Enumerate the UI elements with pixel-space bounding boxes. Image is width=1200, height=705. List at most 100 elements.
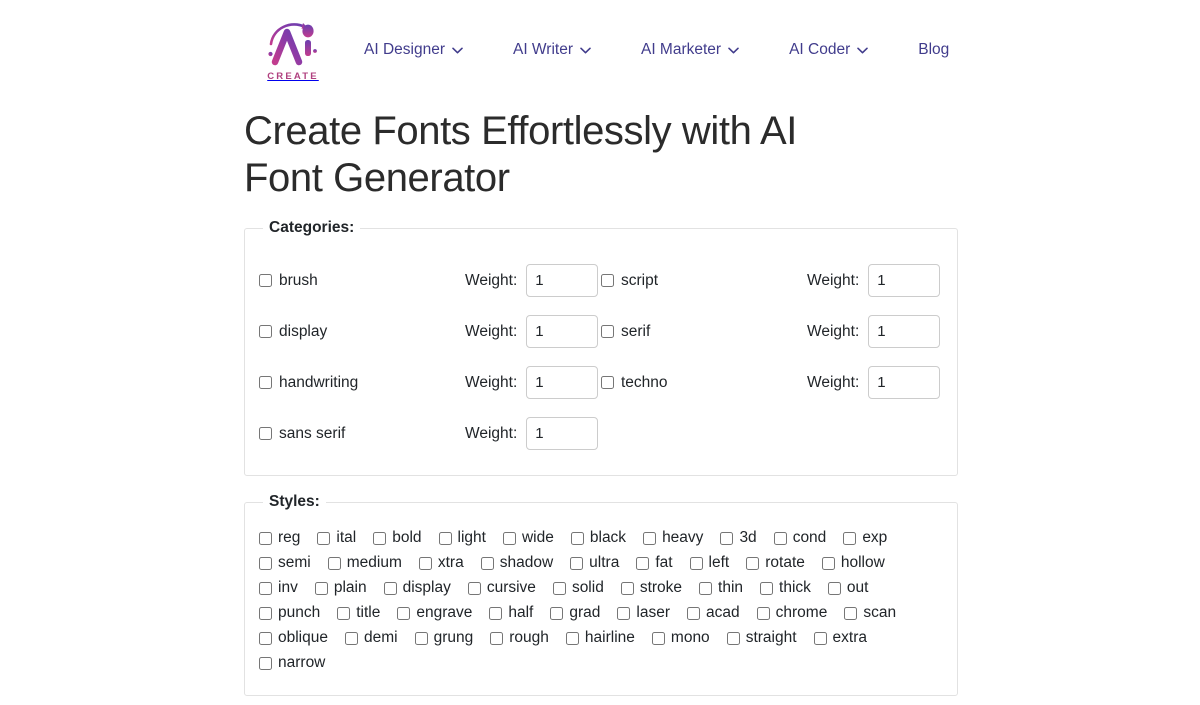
style-checkbox-input[interactable] [489, 606, 503, 620]
style-checkbox-acad[interactable]: acad [687, 604, 740, 622]
style-checkbox-inv[interactable]: inv [259, 579, 298, 597]
category-checkbox-display[interactable]: display [259, 323, 465, 341]
nav-item-ai-designer[interactable]: AI Designer [364, 35, 488, 65]
nav-item-ai-coder[interactable]: AI Coder [764, 35, 893, 65]
style-checkbox-input[interactable] [570, 556, 584, 570]
style-checkbox-oblique[interactable]: oblique [259, 629, 328, 647]
category-checkbox-script[interactable]: script [601, 272, 807, 290]
style-checkbox-black[interactable]: black [570, 529, 626, 547]
style-checkbox-input[interactable] [760, 581, 774, 595]
style-checkbox-bold[interactable]: bold [373, 529, 422, 547]
style-checkbox-mono[interactable]: mono [651, 629, 710, 647]
category-checkbox-brush[interactable]: brush [259, 272, 465, 290]
style-checkbox-input[interactable] [756, 606, 770, 620]
style-checkbox-title[interactable]: title [337, 604, 380, 622]
style-checkbox-input[interactable] [467, 581, 481, 595]
weight-input-display[interactable] [526, 315, 599, 349]
style-checkbox-input[interactable] [844, 606, 858, 620]
style-checkbox-thick[interactable]: thick [760, 579, 811, 597]
style-checkbox-straight[interactable]: straight [726, 629, 797, 647]
weight-input-techno[interactable] [868, 366, 941, 400]
style-checkbox-input[interactable] [821, 556, 835, 570]
style-checkbox-input[interactable] [813, 631, 827, 645]
style-checkbox-left[interactable]: left [689, 554, 729, 572]
style-checkbox-solid[interactable]: solid [552, 579, 604, 597]
style-checkbox-semi[interactable]: semi [259, 554, 311, 572]
style-checkbox-input[interactable] [726, 631, 740, 645]
category-checkbox-serif[interactable]: serif [601, 323, 807, 341]
style-checkbox-input[interactable] [502, 531, 516, 545]
style-checkbox-input[interactable] [620, 581, 634, 595]
style-checkbox-input[interactable] [259, 606, 272, 620]
style-checkbox-rough[interactable]: rough [490, 629, 549, 647]
style-checkbox-input[interactable] [689, 556, 703, 570]
style-checkbox-input[interactable] [259, 631, 272, 645]
style-checkbox-input[interactable] [636, 556, 650, 570]
style-checkbox-half[interactable]: half [489, 604, 533, 622]
weight-input-script[interactable] [868, 264, 941, 298]
style-checkbox-input[interactable] [827, 581, 841, 595]
style-checkbox-input[interactable] [565, 631, 579, 645]
style-checkbox-hollow[interactable]: hollow [821, 554, 885, 572]
category-checkbox-sans-serif[interactable]: sans serif [259, 425, 465, 443]
style-checkbox-input[interactable] [570, 531, 584, 545]
style-checkbox-input[interactable] [720, 531, 734, 545]
site-logo[interactable]: CREATE [262, 14, 324, 86]
style-checkbox-shadow[interactable]: shadow [480, 554, 553, 572]
style-checkbox-exp[interactable]: exp [843, 529, 887, 547]
style-checkbox-input[interactable] [259, 581, 272, 595]
style-checkbox-xtra[interactable]: xtra [418, 554, 464, 572]
style-checkbox-input[interactable] [617, 606, 631, 620]
nav-item-blog[interactable]: Blog [893, 35, 974, 65]
category-checkbox-techno[interactable]: techno [601, 374, 807, 392]
weight-input-brush[interactable] [526, 264, 599, 298]
style-checkbox-input[interactable] [418, 556, 432, 570]
style-checkbox-wide[interactable]: wide [502, 529, 554, 547]
style-checkbox-ultra[interactable]: ultra [570, 554, 619, 572]
nav-item-ai-marketer[interactable]: AI Marketer [616, 35, 764, 65]
style-checkbox-out[interactable]: out [827, 579, 868, 597]
style-checkbox-input[interactable] [438, 531, 452, 545]
weight-input-serif[interactable] [868, 315, 941, 349]
style-checkbox-ital[interactable]: ital [317, 529, 356, 547]
nav-item-ai-writer[interactable]: AI Writer [488, 35, 616, 65]
style-checkbox-input[interactable] [699, 581, 713, 595]
style-checkbox-input[interactable] [314, 581, 328, 595]
style-checkbox-input[interactable] [317, 531, 331, 545]
style-checkbox-input[interactable] [327, 556, 341, 570]
style-checkbox-display[interactable]: display [383, 579, 451, 597]
style-checkbox-cursive[interactable]: cursive [467, 579, 536, 597]
style-checkbox-punch[interactable]: punch [259, 604, 320, 622]
style-checkbox-chrome[interactable]: chrome [756, 604, 827, 622]
style-checkbox-input[interactable] [383, 581, 397, 595]
style-checkbox-input[interactable] [259, 656, 272, 670]
style-checkbox-scan[interactable]: scan [844, 604, 896, 622]
style-checkbox-input[interactable] [480, 556, 494, 570]
style-checkbox-extra[interactable]: extra [813, 629, 867, 647]
weight-input-handwriting[interactable] [526, 366, 599, 400]
style-checkbox-laser[interactable]: laser [617, 604, 670, 622]
style-checkbox-input[interactable] [746, 556, 760, 570]
style-checkbox-stroke[interactable]: stroke [620, 579, 682, 597]
category-checkbox-input[interactable] [259, 325, 272, 339]
category-checkbox-input[interactable] [259, 274, 272, 288]
style-checkbox-light[interactable]: light [438, 529, 486, 547]
style-checkbox-input[interactable] [259, 531, 272, 545]
style-checkbox-input[interactable] [550, 606, 564, 620]
style-checkbox-cond[interactable]: cond [773, 529, 826, 547]
style-checkbox-input[interactable] [843, 531, 857, 545]
style-checkbox-input[interactable] [373, 531, 387, 545]
style-checkbox-input[interactable] [643, 531, 657, 545]
category-checkbox-input[interactable] [601, 376, 614, 390]
style-checkbox-input[interactable] [651, 631, 665, 645]
style-checkbox-thin[interactable]: thin [699, 579, 743, 597]
style-checkbox-grung[interactable]: grung [414, 629, 473, 647]
category-checkbox-handwriting[interactable]: handwriting [259, 374, 465, 392]
style-checkbox-input[interactable] [337, 606, 351, 620]
style-checkbox-hairline[interactable]: hairline [565, 629, 635, 647]
style-checkbox-input[interactable] [259, 556, 272, 570]
style-checkbox-plain[interactable]: plain [314, 579, 367, 597]
style-checkbox-fat[interactable]: fat [636, 554, 673, 572]
style-checkbox-reg[interactable]: reg [259, 529, 300, 547]
style-checkbox-input[interactable] [552, 581, 566, 595]
